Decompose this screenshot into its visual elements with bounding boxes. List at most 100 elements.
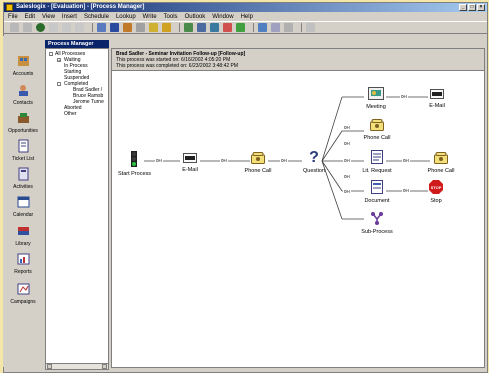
expand-icon[interactable]: + bbox=[57, 58, 61, 63]
meeting-icon bbox=[368, 87, 384, 100]
menu-file[interactable]: File bbox=[8, 14, 18, 20]
horizontal-scrollbar[interactable] bbox=[45, 363, 109, 370]
node-email[interactable]: E-Mail bbox=[424, 89, 450, 109]
menu-tools[interactable]: Tools bbox=[164, 14, 178, 20]
node-lit-request[interactable]: Lit. Request bbox=[362, 150, 392, 174]
opportunity-icon[interactable] bbox=[162, 23, 171, 32]
menu-write[interactable]: Write bbox=[143, 14, 157, 20]
node-phone-call[interactable]: Phone Call bbox=[362, 119, 392, 141]
nav-item-opportunities[interactable]: Opportunities bbox=[3, 111, 43, 134]
reports-icon bbox=[17, 253, 29, 265]
campaigns-icon bbox=[17, 283, 29, 295]
contact-icon[interactable] bbox=[97, 23, 106, 32]
window-title: Saleslogix - [Evaluation] - [Process Man… bbox=[16, 4, 145, 10]
search-icon[interactable] bbox=[258, 23, 267, 32]
phone-icon[interactable] bbox=[123, 23, 132, 32]
menu-insert[interactable]: Insert bbox=[62, 14, 77, 20]
scroll-left-icon[interactable] bbox=[47, 364, 52, 369]
edge-label: 0H bbox=[280, 158, 288, 163]
nav-label: Campaigns bbox=[10, 299, 36, 305]
node-label: Sub-Process bbox=[361, 229, 393, 235]
navigation-bar: Accounts Contacts Opportunities Ticket L… bbox=[3, 36, 43, 367]
close-button[interactable]: × bbox=[477, 4, 485, 11]
list-icon[interactable] bbox=[284, 23, 293, 32]
question-icon: ? bbox=[309, 149, 319, 166]
menu-schedule[interactable]: Schedule bbox=[84, 14, 109, 20]
find-icon[interactable] bbox=[184, 23, 193, 32]
menu-lookup[interactable]: Lookup bbox=[116, 14, 136, 20]
node-sub-process[interactable]: Sub-Process bbox=[360, 211, 394, 235]
edge-label: 0H bbox=[220, 158, 228, 163]
stop-sign-icon: STOP bbox=[429, 180, 443, 194]
nav-label: Accounts bbox=[12, 71, 34, 77]
svg-text:STOP: STOP bbox=[431, 185, 442, 190]
menu-view[interactable]: View bbox=[42, 14, 55, 20]
menu-edit[interactable]: Edit bbox=[25, 14, 35, 20]
node-email[interactable]: E-Mail bbox=[176, 153, 204, 173]
node-phone-call[interactable]: Phone Call bbox=[426, 152, 456, 174]
nav-item-activities[interactable]: Activities bbox=[3, 167, 43, 190]
scroll-right-icon[interactable] bbox=[102, 364, 107, 369]
collapse-icon[interactable]: - bbox=[57, 82, 61, 87]
app-icon bbox=[6, 4, 13, 11]
stop-icon[interactable] bbox=[62, 23, 71, 32]
node-label: Question bbox=[302, 168, 325, 174]
node-label: Lit. Request bbox=[362, 168, 392, 174]
menu-help[interactable]: Help bbox=[241, 14, 253, 20]
edge-label: 0H bbox=[343, 174, 351, 179]
nav-item-accounts[interactable]: Accounts bbox=[3, 54, 43, 77]
nav-item-ticket-list[interactable]: Ticket List bbox=[3, 139, 43, 162]
title-bar: Saleslogix - [Evaluation] - [Process Man… bbox=[4, 3, 487, 12]
nav-item-library[interactable]: Library bbox=[3, 224, 43, 247]
help-icon[interactable] bbox=[210, 23, 219, 32]
reports-toolbar-icon[interactable] bbox=[223, 23, 232, 32]
nav-item-contacts[interactable]: Contacts bbox=[3, 83, 43, 106]
node-stop[interactable]: STOP Stop bbox=[426, 180, 446, 204]
magnifier-icon[interactable] bbox=[306, 23, 315, 32]
refresh-icon[interactable] bbox=[75, 23, 84, 32]
ticket-list-icon bbox=[18, 139, 28, 153]
options-icon[interactable] bbox=[271, 23, 280, 32]
contacts-icon bbox=[18, 85, 28, 96]
calendar-view-icon[interactable] bbox=[236, 23, 245, 32]
node-start-process[interactable]: Start Process bbox=[118, 151, 151, 177]
edge-label: 0H bbox=[400, 94, 408, 99]
back-icon[interactable] bbox=[10, 23, 19, 32]
library-icon bbox=[17, 227, 29, 235]
notes-icon[interactable] bbox=[149, 23, 158, 32]
accounts-icon bbox=[17, 56, 29, 66]
minimize-button[interactable]: _ bbox=[459, 4, 467, 11]
node-label: Stop bbox=[430, 198, 442, 204]
edge-label: 0H bbox=[343, 158, 351, 163]
node-phone-call[interactable]: Phone Call bbox=[242, 152, 274, 174]
nav-item-campaigns[interactable]: Campaigns bbox=[3, 282, 43, 305]
nav-item-calendar[interactable]: Calendar bbox=[3, 195, 43, 218]
print-icon[interactable] bbox=[197, 23, 206, 32]
node-label: Document bbox=[364, 198, 390, 204]
email-icon[interactable] bbox=[136, 23, 145, 32]
node-question[interactable]: ? Question bbox=[300, 148, 328, 174]
node-label: Phone Call bbox=[244, 168, 272, 174]
menu-outlook[interactable]: Outlook bbox=[185, 14, 206, 20]
tree-item-other[interactable]: Other bbox=[64, 111, 77, 117]
edge-label: 0H bbox=[155, 158, 163, 163]
node-meeting[interactable]: Meeting bbox=[362, 87, 390, 110]
node-label: Phone Call bbox=[427, 168, 455, 174]
calendar-icon[interactable] bbox=[110, 23, 119, 32]
collapse-icon[interactable]: - bbox=[49, 52, 53, 57]
forward-icon[interactable] bbox=[23, 23, 32, 32]
node-document[interactable]: Document bbox=[362, 180, 392, 204]
nav-item-reports[interactable]: Reports bbox=[3, 252, 43, 275]
toolbar-separator bbox=[253, 23, 254, 32]
literature-icon bbox=[371, 150, 383, 164]
maximize-button[interactable]: □ bbox=[468, 4, 476, 11]
toolbar-separator bbox=[92, 23, 93, 32]
nav-label: Opportunities bbox=[8, 128, 38, 134]
home-icon[interactable] bbox=[36, 23, 45, 32]
email-icon bbox=[183, 153, 197, 163]
menu-window[interactable]: Window bbox=[212, 14, 233, 20]
phone-icon bbox=[251, 152, 265, 164]
save-icon[interactable] bbox=[49, 23, 58, 32]
node-label: Meeting bbox=[366, 104, 386, 110]
email-icon bbox=[430, 89, 444, 99]
